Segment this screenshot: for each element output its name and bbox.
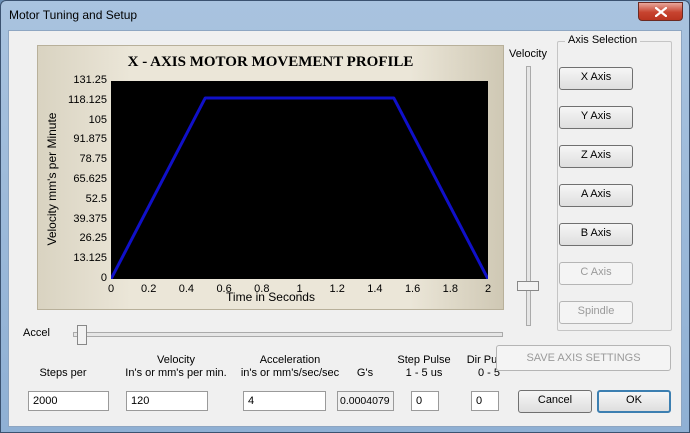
acceleration-label: Acceleration in's or mm's/sec/sec [240, 354, 340, 379]
x-tick-label: 1.8 [442, 283, 458, 295]
steps-per-label: Steps per [39, 367, 87, 379]
c-axis-button[interactable]: C Axis [559, 262, 633, 285]
dialog-body: X - AXIS MOTOR MOVEMENT PROFILE Velocity… [8, 30, 682, 427]
z-axis-button[interactable]: Z Axis [559, 145, 633, 168]
y-axis-button[interactable]: Y Axis [559, 106, 633, 129]
chart-title: X - AXIS MOTOR MOVEMENT PROFILE [127, 54, 414, 70]
y-tick-label: 131.25 [73, 74, 107, 86]
a-axis-button[interactable]: A Axis [559, 184, 633, 207]
velocity-slider-thumb[interactable] [517, 281, 539, 291]
ok-button[interactable]: OK [597, 390, 671, 413]
save-axis-settings-button[interactable]: SAVE AXIS SETTINGS [496, 345, 671, 371]
y-tick-label: 52.5 [85, 192, 107, 205]
velocity-field[interactable]: 120 [126, 391, 208, 411]
window-title: Motor Tuning and Setup [9, 8, 138, 22]
x-tick-label: 1.6 [404, 283, 421, 295]
close-icon [655, 7, 667, 17]
step-pulse-field[interactable]: 0 [411, 391, 439, 411]
velocity-slider-label: Velocity [509, 48, 547, 60]
x-tick-label: 1.2 [329, 283, 345, 295]
x-tick-label: 0.8 [254, 283, 270, 295]
axis-selection-title: Axis Selection [565, 34, 641, 46]
acceleration-field[interactable]: 4 [243, 391, 326, 411]
dir-pulse-field[interactable]: 0 [471, 391, 499, 411]
y-tick-label: 105 [88, 113, 107, 126]
x-tick-label: 0 [107, 283, 115, 295]
close-button[interactable] [638, 2, 683, 21]
gs-field: 0.0004079 [337, 391, 394, 411]
x-tick-label: 0.6 [216, 283, 232, 295]
gs-label: G's [356, 367, 374, 379]
cancel-button[interactable]: Cancel [518, 390, 592, 413]
motor-profile-chart: X - AXIS MOTOR MOVEMENT PROFILE Velocity… [37, 45, 504, 310]
b-axis-button[interactable]: B Axis [559, 223, 633, 246]
accel-slider-thumb[interactable] [77, 325, 87, 345]
spindle-button[interactable]: Spindle [559, 301, 633, 324]
y-tick-label: 13.125 [73, 252, 107, 265]
y-tick-label: 26.25 [79, 232, 107, 245]
x-axis-button[interactable]: X Axis [559, 67, 633, 90]
x-tick-label: 2 [484, 283, 492, 295]
step-pulse-label: Step Pulse 1 - 5 us [397, 354, 451, 379]
x-tick-label: 1.4 [367, 283, 383, 295]
x-tick-label: 0.2 [141, 283, 157, 295]
x-tick-label: 1 [296, 283, 303, 295]
y-tick-label: 65.625 [73, 173, 107, 185]
accel-slider-track[interactable] [73, 332, 503, 337]
velocity-label: Velocity In's or mm's per min. [125, 354, 227, 379]
plot-background [111, 81, 488, 279]
motor-tuning-window: Motor Tuning and Setup X - AXIS MOTOR MO… [0, 0, 690, 433]
x-tick-label: 0.4 [178, 283, 195, 295]
y-tick-label: 118.125 [68, 93, 107, 106]
chart-plot-area [111, 81, 488, 279]
title-bar[interactable]: Motor Tuning and Setup [1, 1, 689, 31]
y-tick-label: 39.375 [73, 212, 107, 225]
accel-slider-label: Accel [23, 327, 50, 339]
steps-per-field[interactable]: 2000 [28, 391, 109, 411]
y-tick-label: 78.75 [79, 153, 107, 166]
y-tick-label: 91.875 [73, 133, 107, 146]
